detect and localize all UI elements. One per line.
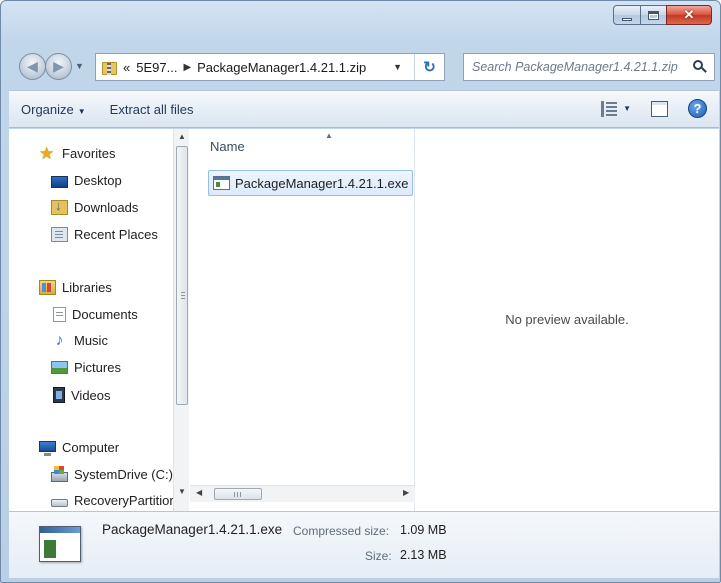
sidebar-item-label: Computer xyxy=(62,440,120,455)
help-icon[interactable]: ? xyxy=(688,99,707,118)
scroll-right-arrow-icon[interactable]: ▶ xyxy=(403,488,409,497)
system-drive-icon xyxy=(51,465,68,482)
address-overflow-button[interactable]: « xyxy=(123,60,130,75)
pictures-icon xyxy=(51,361,68,374)
sidebar-item-computer[interactable]: Computer xyxy=(39,440,120,456)
back-button[interactable]: ◀ xyxy=(19,53,46,80)
computer-icon xyxy=(39,441,56,456)
more-options-dropdown[interactable]: ▼ xyxy=(623,104,631,113)
music-note-icon: ♪ xyxy=(55,332,64,349)
preview-pane-icon[interactable] xyxy=(651,100,668,117)
executable-file-icon xyxy=(39,526,81,562)
videos-icon xyxy=(53,387,65,403)
chevron-right-icon[interactable]: ▶ xyxy=(183,62,191,73)
sidebar-item-music[interactable]: ♪ Music xyxy=(51,332,108,349)
address-history-dropdown[interactable]: ▼ xyxy=(393,62,402,72)
details-pane: PackageManager1.4.21.1.exe Compressed si… xyxy=(9,511,719,578)
maximize-button[interactable] xyxy=(640,5,666,25)
chevron-down-icon: ▼ xyxy=(77,106,86,116)
sidebar-item-label: Pictures xyxy=(74,360,121,375)
size-label: Size: xyxy=(365,549,392,563)
star-icon: ★ xyxy=(39,144,55,163)
recent-pages-dropdown[interactable]: ▼ xyxy=(75,61,84,71)
sidebar-item-label: Downloads xyxy=(74,200,139,215)
compressed-size-label: Compressed size: xyxy=(293,524,390,538)
column-header-name[interactable]: Name xyxy=(210,139,245,154)
sidebar-item-label: SystemDrive (C:) xyxy=(74,467,173,482)
refresh-icon: ↻ xyxy=(423,59,436,76)
sidebar-item-libraries[interactable]: Libraries xyxy=(39,280,112,295)
address-bar[interactable]: « 5E97... ▶ PackageManager1.4.21.1.zip ▼… xyxy=(95,53,445,81)
scroll-up-arrow-icon[interactable]: ▲ xyxy=(178,132,186,141)
sidebar-item-pictures[interactable]: Pictures xyxy=(51,360,121,375)
libraries-icon xyxy=(39,280,56,295)
change-view-icon[interactable] xyxy=(601,100,618,117)
view-controls: ▼ ? xyxy=(601,99,707,118)
sidebar-item-label: RecoveryPartition xyxy=(74,493,177,508)
search-box[interactable]: Search PackageManager1.4.21.1.zip xyxy=(463,53,715,81)
zip-folder-icon xyxy=(102,59,117,76)
address-segment-parent[interactable]: 5E97... xyxy=(136,60,177,75)
file-list-horizontal-scrollbar[interactable]: ◀ ▶ xyxy=(190,485,415,502)
organize-label: Organize xyxy=(21,101,74,117)
executable-file-icon xyxy=(213,176,230,190)
close-button[interactable]: ✕ xyxy=(666,5,712,25)
sidebar-item-recent-places[interactable]: Recent Places xyxy=(51,227,158,242)
close-icon: ✕ xyxy=(683,7,695,22)
organize-button[interactable]: Organize ▼ xyxy=(9,102,98,117)
preview-message: No preview available. xyxy=(505,312,629,327)
sidebar-item-label: Documents xyxy=(72,307,138,322)
sort-ascending-icon: ▲ xyxy=(325,131,333,140)
back-arrow-icon: ◀ xyxy=(27,58,38,74)
command-bar: Organize ▼ Extract all files ▼ ? xyxy=(9,90,719,128)
minimize-icon xyxy=(622,17,632,21)
sidebar-item-recovery-partition[interactable]: RecoveryPartition xyxy=(51,493,177,508)
sidebar-item-label: Desktop xyxy=(74,173,122,188)
sidebar-item-label: Favorites xyxy=(62,146,116,161)
sidebar-item-downloads[interactable]: Downloads xyxy=(51,198,139,215)
downloads-icon xyxy=(51,198,68,215)
scrollbar-thumb[interactable] xyxy=(214,488,262,500)
preview-pane: No preview available. xyxy=(415,129,719,511)
sidebar-item-desktop[interactable]: Desktop xyxy=(51,173,122,188)
navigation-bar: ◀ ▶ ▼ « 5E97... ▶ PackageManager1.4.21.1… xyxy=(15,49,715,83)
sidebar-item-videos[interactable]: Videos xyxy=(51,387,111,403)
sidebar-item-label: Libraries xyxy=(62,280,112,295)
details-file-name: PackageManager1.4.21.1.exe xyxy=(102,522,283,537)
sidebar-item-documents[interactable]: Documents xyxy=(51,307,138,322)
sidebar-item-systemdrive[interactable]: SystemDrive (C:) xyxy=(51,465,173,482)
window-controls: ✕ xyxy=(613,5,712,25)
forward-button[interactable]: ▶ xyxy=(45,53,72,80)
file-list: ▲ Name PackageManager1.4.21.1.exe xyxy=(190,129,415,511)
refresh-button[interactable]: ↻ xyxy=(414,54,444,80)
search-input[interactable]: Search PackageManager1.4.21.1.zip xyxy=(472,60,678,74)
compressed-size-value: 1.09 MB xyxy=(400,523,447,537)
maximize-icon xyxy=(648,10,659,20)
address-segment-current[interactable]: PackageManager1.4.21.1.zip xyxy=(197,60,366,75)
document-icon xyxy=(53,307,66,322)
drive-icon xyxy=(51,499,68,507)
minimize-button[interactable] xyxy=(613,5,640,25)
list-item[interactable]: PackageManager1.4.21.1.exe xyxy=(208,170,413,196)
desktop-icon xyxy=(51,175,68,188)
extract-all-files-button[interactable]: Extract all files xyxy=(98,102,206,117)
scroll-down-arrow-icon[interactable]: ▼ xyxy=(178,487,186,496)
navigation-pane: ★ Favorites Desktop Downloads Recent Pla… xyxy=(9,129,189,511)
explorer-window: ✕ ◀ ▶ ▼ « 5E97... ▶ PackageManager1.4.21… xyxy=(0,0,721,583)
navigation-scrollbar[interactable]: ▲ ▼ xyxy=(173,129,189,511)
sidebar-item-label: Videos xyxy=(71,387,111,403)
size-value: 2.13 MB xyxy=(400,548,447,562)
forward-arrow-icon: ▶ xyxy=(53,58,64,74)
main-content: ★ Favorites Desktop Downloads Recent Pla… xyxy=(9,129,719,511)
sidebar-item-label: Recent Places xyxy=(74,227,158,242)
recent-places-icon xyxy=(51,227,68,242)
search-icon[interactable] xyxy=(693,60,707,74)
sidebar-item-label: Music xyxy=(74,333,108,348)
scrollbar-thumb[interactable] xyxy=(176,146,188,405)
file-name: PackageManager1.4.21.1.exe xyxy=(235,175,409,191)
scroll-left-arrow-icon[interactable]: ◀ xyxy=(196,488,202,497)
sidebar-item-favorites[interactable]: ★ Favorites xyxy=(39,144,116,163)
